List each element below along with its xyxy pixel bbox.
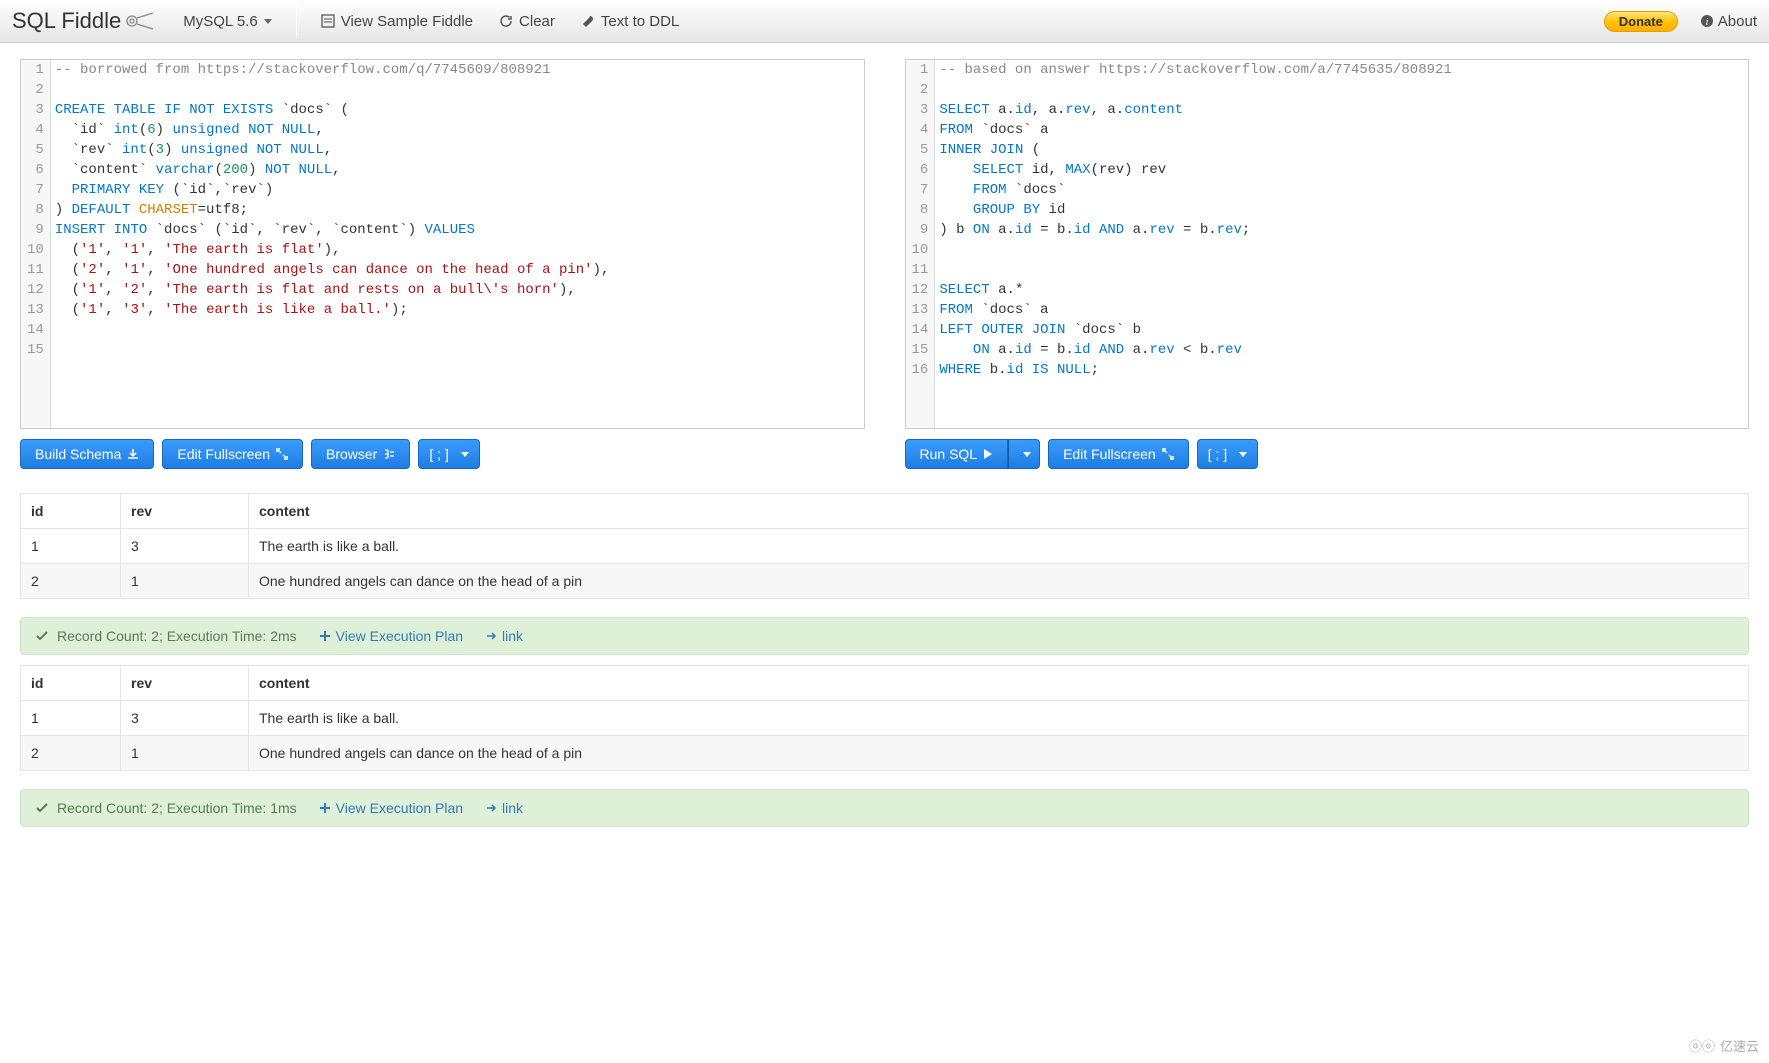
table-cell: 3 bbox=[121, 701, 249, 736]
table-cell: 1 bbox=[121, 736, 249, 771]
watermark: ⓞⓞ亿速云 bbox=[1689, 1036, 1759, 1055]
result-permalink[interactable]: link bbox=[485, 800, 523, 816]
table-row: 13The earth is like a ball. bbox=[21, 529, 1749, 564]
toolbar-divider bbox=[296, 3, 297, 39]
table-row: 21One hundred angels can dance on the he… bbox=[21, 564, 1749, 599]
results-table: idrevcontent13The earth is like a ball.2… bbox=[20, 665, 1749, 771]
refresh-icon bbox=[499, 14, 513, 28]
view-sample-label: View Sample Fiddle bbox=[341, 13, 473, 30]
column-header[interactable]: content bbox=[249, 494, 1749, 529]
column-header[interactable]: rev bbox=[121, 494, 249, 529]
donate-button[interactable]: Donate bbox=[1604, 11, 1678, 32]
fiddle-logo-icon bbox=[125, 10, 155, 32]
build-schema-button[interactable]: Build Schema bbox=[20, 439, 154, 469]
plus-icon bbox=[319, 630, 331, 642]
column-header[interactable]: content bbox=[249, 666, 1749, 701]
fullscreen-icon bbox=[276, 448, 288, 460]
view-execution-plan-link[interactable]: View Execution Plan bbox=[319, 800, 463, 816]
download-icon bbox=[127, 448, 139, 460]
table-row: 13The earth is like a ball. bbox=[21, 701, 1749, 736]
query-terminator-button[interactable]: [ ; ] bbox=[1197, 439, 1258, 469]
query-editor[interactable]: 12345678910111213141516 -- based on answ… bbox=[905, 59, 1750, 429]
brand-logo[interactable]: SQL Fiddle bbox=[12, 8, 155, 34]
view-execution-plan-link[interactable]: View Execution Plan bbox=[319, 628, 463, 644]
plus-icon bbox=[319, 802, 331, 814]
results-area: idrevcontent13The earth is like a ball.2… bbox=[0, 469, 1769, 847]
arrow-icon bbox=[485, 630, 497, 642]
about-link[interactable]: i About bbox=[1700, 13, 1757, 30]
schema-gutter: 123456789101112131415 bbox=[21, 60, 51, 428]
text-to-ddl-label: Text to DDL bbox=[601, 13, 679, 30]
wrench-icon bbox=[581, 14, 595, 28]
query-edit-fullscreen-button[interactable]: Edit Fullscreen bbox=[1048, 439, 1189, 469]
info-icon: i bbox=[1700, 14, 1714, 28]
chevron-down-icon bbox=[1239, 452, 1247, 457]
table-cell: 1 bbox=[121, 564, 249, 599]
browser-button[interactable]: Browser bbox=[311, 439, 410, 469]
table-cell: The earth is like a ball. bbox=[249, 529, 1749, 564]
check-icon bbox=[35, 801, 49, 815]
table-cell: One hundred angels can dance on the head… bbox=[249, 736, 1749, 771]
text-to-ddl-link[interactable]: Text to DDL bbox=[581, 13, 679, 30]
table-row: 21One hundred angels can dance on the he… bbox=[21, 736, 1749, 771]
record-count-text: Record Count: 2; Execution Time: 2ms bbox=[57, 628, 297, 644]
table-cell: 2 bbox=[21, 564, 121, 599]
query-code[interactable]: -- based on answer https://stackoverflow… bbox=[935, 60, 1455, 428]
result-statusbar: Record Count: 2; Execution Time: 2ms View… bbox=[20, 617, 1749, 655]
results-table: idrevcontent13The earth is like a ball.2… bbox=[20, 493, 1749, 599]
schema-pane: 123456789101112131415 -- borrowed from h… bbox=[20, 59, 865, 469]
clear-label: Clear bbox=[519, 13, 555, 30]
table-cell: 3 bbox=[121, 529, 249, 564]
schema-editor[interactable]: 123456789101112131415 -- borrowed from h… bbox=[20, 59, 865, 429]
chevron-down-icon bbox=[1023, 452, 1031, 457]
chevron-down-icon bbox=[461, 452, 469, 457]
run-sql-button[interactable]: Run SQL bbox=[905, 439, 1009, 469]
result-statusbar: Record Count: 2; Execution Time: 1ms View… bbox=[20, 789, 1749, 827]
table-cell: The earth is like a ball. bbox=[249, 701, 1749, 736]
fullscreen-icon bbox=[1162, 448, 1174, 460]
table-cell: 1 bbox=[21, 701, 121, 736]
arrow-icon bbox=[485, 802, 497, 814]
svg-text:i: i bbox=[1705, 17, 1708, 28]
list-icon bbox=[321, 14, 335, 28]
schema-buttonbar: Build Schema Edit Fullscreen Browser [ ;… bbox=[20, 439, 865, 469]
chevron-down-icon bbox=[264, 19, 272, 24]
column-header[interactable]: rev bbox=[121, 666, 249, 701]
table-cell: 1 bbox=[21, 529, 121, 564]
result-permalink[interactable]: link bbox=[485, 628, 523, 644]
database-selector[interactable]: MySQL 5.6 bbox=[183, 13, 271, 30]
query-gutter: 12345678910111213141516 bbox=[906, 60, 936, 428]
brand-text: SQL Fiddle bbox=[12, 8, 121, 34]
clear-link[interactable]: Clear bbox=[499, 13, 555, 30]
play-icon bbox=[983, 448, 993, 460]
check-icon bbox=[35, 629, 49, 643]
view-sample-fiddle-link[interactable]: View Sample Fiddle bbox=[321, 13, 473, 30]
query-buttonbar: Run SQL Edit Fullscreen [ ; ] bbox=[905, 439, 1750, 469]
run-sql-dropdown-button[interactable] bbox=[1008, 439, 1040, 469]
query-pane: 12345678910111213141516 -- based on answ… bbox=[905, 59, 1750, 469]
tree-icon bbox=[383, 448, 395, 460]
run-sql-split-button: Run SQL bbox=[905, 439, 1041, 469]
schema-code[interactable]: -- borrowed from https://stackoverflow.c… bbox=[51, 60, 614, 428]
about-label: About bbox=[1718, 13, 1757, 30]
database-selector-label: MySQL 5.6 bbox=[183, 13, 257, 30]
table-cell: 2 bbox=[21, 736, 121, 771]
schema-edit-fullscreen-button[interactable]: Edit Fullscreen bbox=[162, 439, 303, 469]
schema-terminator-button[interactable]: [ ; ] bbox=[418, 439, 479, 469]
table-cell: One hundred angels can dance on the head… bbox=[249, 564, 1749, 599]
main-toolbar: SQL Fiddle MySQL 5.6 View Sample Fiddle … bbox=[0, 0, 1769, 43]
column-header[interactable]: id bbox=[21, 666, 121, 701]
record-count-text: Record Count: 2; Execution Time: 1ms bbox=[57, 800, 297, 816]
column-header[interactable]: id bbox=[21, 494, 121, 529]
